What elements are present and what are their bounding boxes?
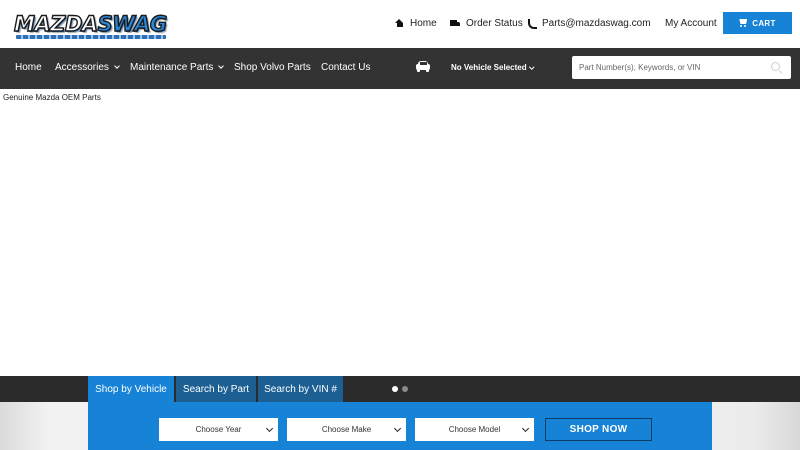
search-input[interactable] (572, 56, 767, 79)
make-select-value: Choose Make (321, 425, 372, 434)
cart-icon (739, 19, 748, 27)
nav-item-shop-volvo-parts[interactable]: Shop Volvo Parts (234, 62, 311, 73)
shop-now-button[interactable]: SHOP NOW (545, 418, 652, 441)
vehicle-selector[interactable]: No Vehicle Selected (451, 63, 534, 72)
top-link-my-account-label: My Account (665, 17, 717, 29)
search-icon[interactable] (771, 62, 783, 74)
model-select[interactable]: Choose Model (415, 418, 534, 441)
tab-shop-by-vehicle[interactable]: Shop by Vehicle (88, 376, 174, 402)
top-link-order-status-label: Order Status (466, 17, 523, 29)
nav-item-contact-us[interactable]: Contact Us (321, 62, 370, 73)
top-link-my-account[interactable]: My Account (665, 16, 717, 30)
top-header: MAZDASWAG Home Order Status Parts@mazdas… (0, 0, 800, 48)
car-icon[interactable] (416, 61, 430, 72)
logo-wordmark: MAZDASWAG (13, 11, 167, 36)
vehicle-selector-label: No Vehicle Selected (451, 63, 527, 72)
chevron-down-icon (393, 424, 402, 433)
chevron-down-icon (528, 63, 534, 69)
main-nav: Home Accessories Maintenance Parts Shop … (0, 48, 800, 89)
phone-icon (528, 18, 537, 29)
nav-item-accessories[interactable]: Accessories (55, 62, 120, 73)
top-link-home-label: Home (410, 17, 437, 29)
top-link-email[interactable]: Parts@mazdaswag.com (528, 16, 651, 30)
year-select[interactable]: Choose Year (159, 418, 278, 441)
truck-icon (450, 19, 460, 27)
search-box (572, 56, 791, 79)
site-logo[interactable]: MAZDASWAG (13, 11, 170, 40)
slider-dot-1[interactable] (392, 386, 398, 392)
chevron-down-icon (265, 424, 274, 433)
chevron-down-icon (218, 63, 225, 69)
chevron-down-icon (521, 424, 530, 433)
tab-search-by-part[interactable]: Search by Part (176, 376, 256, 402)
cart-button-label: CART (752, 18, 776, 28)
house-icon (395, 19, 404, 27)
breadcrumb: Genuine Mazda OEM Parts (3, 93, 101, 102)
nav-item-maintenance-parts[interactable]: Maintenance Parts (130, 62, 225, 73)
cart-button[interactable]: CART (723, 12, 792, 34)
top-link-order-status[interactable]: Order Status (450, 16, 523, 30)
shop-now-label: SHOP NOW (569, 424, 628, 435)
logo-tagline-graphic (16, 35, 166, 39)
vehicle-finder-panel: Choose Year Choose Make Choose Model SHO… (88, 402, 712, 450)
model-select-value: Choose Model (448, 425, 501, 434)
chevron-down-icon (114, 63, 120, 69)
make-select[interactable]: Choose Make (287, 418, 406, 441)
top-link-home[interactable]: Home (395, 16, 437, 30)
top-link-email-label: Parts@mazdaswag.com (542, 17, 651, 29)
slider-dot-2[interactable] (402, 386, 408, 392)
year-select-value: Choose Year (195, 425, 242, 434)
tab-search-by-vin[interactable]: Search by VIN # (258, 376, 343, 402)
nav-item-home[interactable]: Home (15, 62, 42, 73)
